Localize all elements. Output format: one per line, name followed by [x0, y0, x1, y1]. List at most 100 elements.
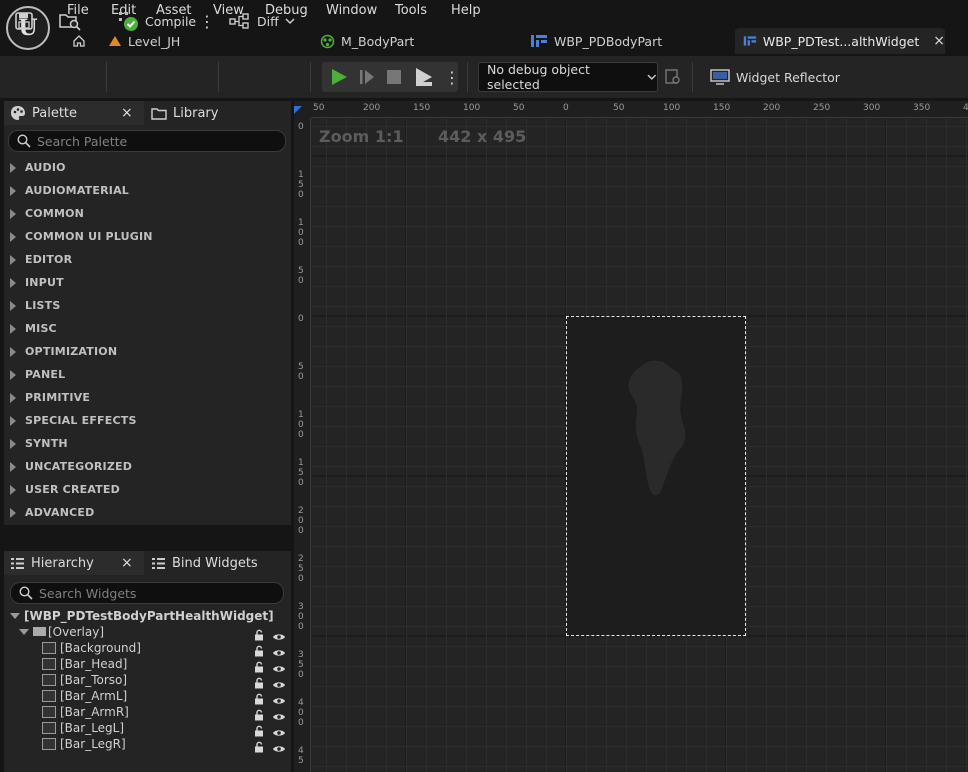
close-tab-icon[interactable]: ×	[933, 33, 945, 49]
palette-category-common-ui-plugin[interactable]: COMMON UI PLUGIN	[4, 225, 290, 248]
folder-icon	[151, 107, 167, 120]
expand-arrow-icon	[10, 438, 16, 449]
tree-item-bar-arml[interactable]: [Bar_ArmL]	[42, 688, 127, 704]
compile-success-icon	[119, 12, 138, 31]
chevron-down-icon	[285, 18, 295, 25]
hierarchy-tab-label: Hierarchy	[31, 555, 94, 571]
category-label: PANEL	[25, 368, 66, 381]
debug-object-select[interactable]: No debug object selected	[478, 62, 658, 92]
bind-widgets-icon	[152, 557, 165, 569]
collapse-arrow-icon	[10, 613, 20, 619]
home-icon	[73, 35, 85, 47]
tree-item-bar-torso[interactable]: [Bar_Torso]	[42, 672, 127, 688]
category-label: EDITOR	[25, 253, 73, 266]
diff-icon	[229, 13, 249, 29]
palette-category-lists[interactable]: LISTS	[4, 294, 290, 317]
tree-item-bar-legr[interactable]: [Bar_LegR]	[42, 736, 126, 752]
palette-category-audiomaterial[interactable]: AUDIOMATERIAL	[4, 179, 290, 202]
ruler-tick-label: 50	[513, 103, 525, 113]
palette-category-misc[interactable]: MISC	[4, 317, 290, 340]
stop-icon[interactable]	[386, 69, 402, 85]
palette-category-input[interactable]: INPUT	[4, 271, 290, 294]
tree-item-bar-legl[interactable]: [Bar_LegL]	[42, 720, 124, 736]
category-label: LISTS	[25, 299, 61, 312]
play-options-button[interactable]: ⋮	[444, 62, 460, 92]
category-label: SPECIAL EFFECTS	[25, 414, 137, 427]
category-label: AUDIOMATERIAL	[25, 184, 129, 197]
toolbar-separator	[310, 62, 311, 92]
palette-category-user-created[interactable]: USER CREATED	[4, 478, 290, 501]
tab-wbp-pdbodypart[interactable]: WBP_PDBodyPart	[530, 28, 720, 54]
tree-item-bar-head[interactable]: [Bar_Head]	[42, 656, 127, 672]
palette-category-editor[interactable]: EDITOR	[4, 248, 290, 271]
lock-icon[interactable]	[253, 738, 265, 757]
tab-m-bodypart[interactable]: M_BodyPart	[320, 28, 510, 54]
palette-category-audio[interactable]: AUDIO	[4, 156, 290, 179]
tab-palette[interactable]: Palette	[10, 101, 77, 125]
compile-button[interactable]: Compile	[117, 6, 196, 36]
ruler-tick-label: 4 0 0	[298, 698, 304, 728]
category-label: ADVANCED	[25, 506, 95, 519]
expand-arrow-icon	[10, 300, 16, 311]
tree-root[interactable]: [WBP_PDTestBodyPartHealthWidget]	[9, 608, 274, 624]
tab-label: WBP_PDTest...althWidget	[762, 33, 920, 49]
tree-item-label: [Overlay]	[48, 625, 105, 639]
palette-category-synth[interactable]: SYNTH	[4, 432, 290, 455]
visibility-eye-icon[interactable]	[272, 739, 286, 758]
debug-browse-icon[interactable]	[664, 68, 682, 86]
menu-window[interactable]: Window	[326, 3, 377, 21]
category-label: UNCATEGORIZED	[25, 460, 133, 473]
tree-item-label: [Bar_ArmL]	[60, 689, 128, 703]
overlay-widget-icon	[33, 627, 46, 636]
tab-hierarchy[interactable]: Hierarchy	[10, 551, 94, 575]
category-label: COMMON	[25, 207, 85, 220]
progress-bar-widget-icon	[42, 690, 56, 702]
vertical-ruler: 0 1 5 0 1 0 0 5 0 0 5 0 1 0 0 1 5 0 2 0 0 2 5 0 3 …	[294, 118, 311, 772]
tree-root-label: [WBP_PDTestBodyPartHealthWidget]	[24, 609, 274, 623]
save-button[interactable]	[14, 6, 34, 36]
palette-search-input[interactable]: Search Palette	[8, 130, 286, 152]
widget-search-input[interactable]: Search Widgets	[10, 582, 284, 604]
frame-skip-icon[interactable]	[358, 68, 376, 86]
palette-category-special-effects[interactable]: SPECIAL EFFECTS	[4, 409, 290, 432]
expand-arrow-icon	[10, 415, 16, 426]
palette-category-advanced[interactable]: ADVANCED	[4, 501, 290, 524]
tree-item-label: [Bar_LegR]	[60, 737, 126, 751]
search-icon	[17, 134, 31, 148]
menu-tools[interactable]: Tools	[395, 3, 427, 21]
tab-wbp-pdtest-health-widget[interactable]: WBP_PDTest...althWidget ×	[735, 28, 945, 54]
expand-arrow-icon	[10, 507, 16, 518]
widget-reflector-button[interactable]: Widget Reflector	[710, 62, 840, 92]
category-label: MISC	[25, 322, 57, 335]
widget-preview-bounds[interactable]	[566, 316, 746, 636]
widget-blueprint-icon	[743, 36, 757, 46]
menu-help[interactable]: Help	[451, 3, 481, 21]
tab-bind-widgets[interactable]: Bind Widgets	[151, 551, 258, 575]
category-label: SYNTH	[25, 437, 68, 450]
close-palette-icon[interactable]: ×	[121, 101, 133, 125]
library-tab-label: Library	[173, 105, 219, 121]
tab-library[interactable]: Library	[151, 101, 218, 125]
tree-item-bar-armr[interactable]: [Bar_ArmR]	[42, 704, 129, 720]
ruler-tick-label: 2 0 0	[298, 506, 304, 536]
palette-category-common[interactable]: COMMON	[4, 202, 290, 225]
tree-item-overlay[interactable]: [Overlay]	[18, 624, 104, 640]
progress-bar-widget-icon	[42, 738, 56, 750]
toolbar-separator	[218, 62, 219, 92]
close-hierarchy-icon[interactable]: ×	[121, 551, 133, 575]
palette-icon	[11, 106, 25, 120]
palette-category-uncategorized[interactable]: UNCATEGORIZED	[4, 455, 290, 478]
ruler-tick-label: 50	[313, 103, 325, 113]
palette-category-panel[interactable]: PANEL	[4, 363, 290, 386]
diff-button[interactable]: Diff	[229, 6, 295, 36]
palette-category-primitive[interactable]: PRIMITIVE	[4, 386, 290, 409]
expand-arrow-icon	[10, 323, 16, 334]
compile-options-button[interactable]: ⋮	[199, 6, 215, 36]
browse-button[interactable]	[58, 6, 82, 36]
palette-category-optimization[interactable]: OPTIMIZATION	[4, 340, 290, 363]
possess-eject-icon[interactable]	[413, 66, 435, 88]
play-icon[interactable]	[329, 67, 349, 87]
progress-bar-widget-icon	[42, 706, 56, 718]
category-label: USER CREATED	[25, 483, 120, 496]
tree-item-background[interactable]: [Background]	[42, 640, 141, 656]
